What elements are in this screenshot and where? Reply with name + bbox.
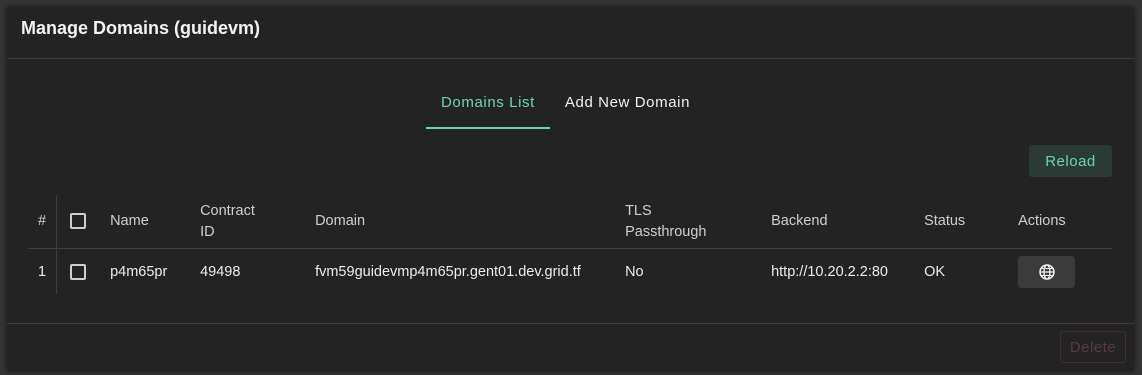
header-index: # [28,195,57,249]
header-tls-passthrough: TLS Passthrough [615,195,762,249]
header-actions: Actions [1008,195,1112,249]
row-status: OK [924,263,946,280]
header-tls-line1: TLS [625,202,652,219]
select-all-checkbox[interactable] [70,213,87,230]
header-status: Status [914,195,1009,249]
table-header-row: # Name Contract ID Domain TLS Passthroug… [28,195,1112,249]
header-domain: Domain [305,195,616,249]
header-divider [7,58,1134,59]
tab-add-new-domain[interactable]: Add New Domain [550,91,705,129]
dialog-title: Manage Domains (guidevm) [21,18,261,38]
row-tls-passthrough: No [625,263,644,280]
row-contract-id: 49498 [200,263,241,280]
table-row: 1 p4m65pr 49498 fvm59guidevmp4m65pr.gent… [28,248,1112,295]
header-backend: Backend [761,195,915,249]
tab-bar: Domains List Add New Domain [426,91,705,131]
manage-domains-dialog: Manage Domains (guidevm) Domains List Ad… [7,7,1134,371]
delete-button[interactable]: Delete [1060,331,1126,363]
globe-icon [1038,263,1055,280]
footer-divider [7,323,1134,324]
row-index: 1 [38,263,47,280]
row-checkbox[interactable] [70,263,87,280]
header-contract-id-line2: ID [200,223,215,240]
reload-button[interactable]: Reload [1029,145,1112,177]
domains-table: # Name Contract ID Domain TLS Passthroug… [28,195,1112,294]
row-backend: http://10.20.2.2:80 [771,263,888,280]
row-actions [1008,249,1112,295]
header-tls-line2: Passthrough [625,223,707,240]
open-domain-button[interactable] [1018,255,1076,288]
row-select-cell [56,248,101,294]
row-name: p4m65pr [110,263,168,280]
header-contract-id: Contract ID [190,195,306,249]
header-contract-id-line1: Contract [200,202,255,219]
tab-domains-list[interactable]: Domains List [426,91,550,129]
row-domain: fvm59guidevmp4m65pr.gent01.dev.grid.tf [315,263,581,280]
header-select-all [56,195,101,249]
header-name: Name [100,195,191,249]
